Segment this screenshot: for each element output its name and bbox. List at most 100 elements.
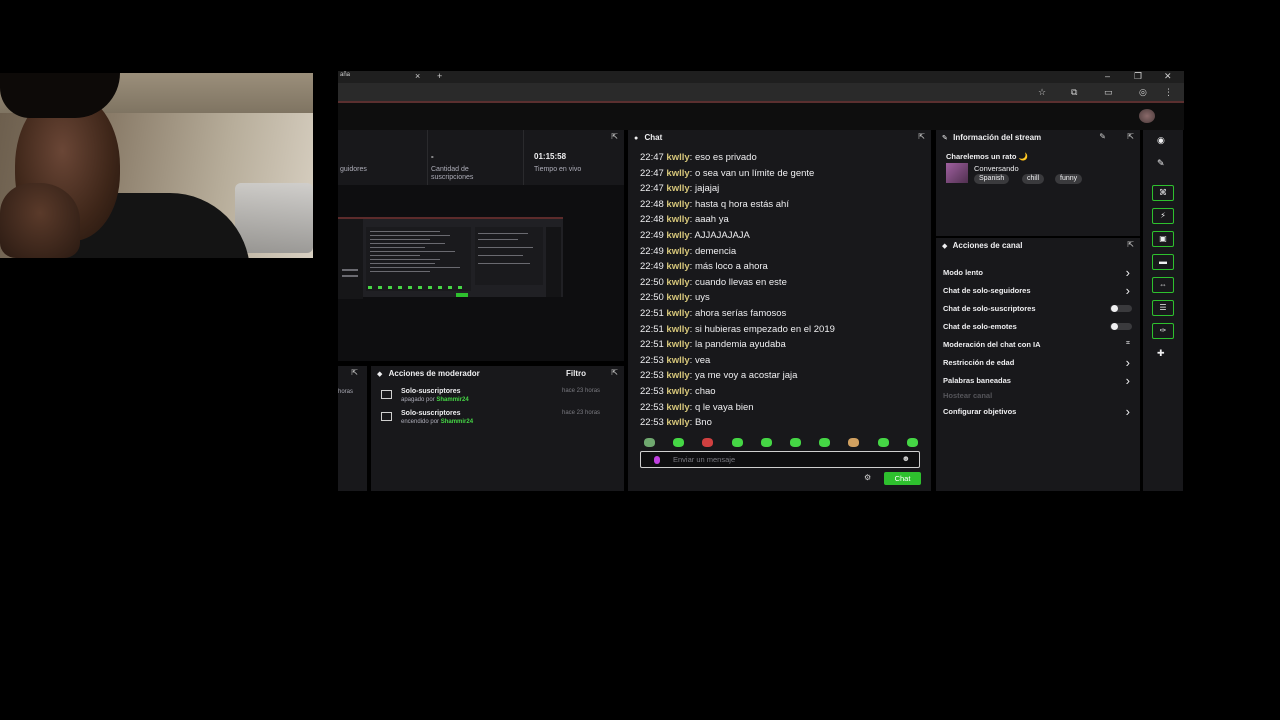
graph-icon[interactable]: ⌗ [1126, 340, 1130, 348]
channel-actions-header: ◆ Acciones de canal [936, 238, 1140, 253]
emote-icon[interactable] [790, 438, 801, 447]
stream-title: Charelemos un rato 🌙 [946, 152, 1028, 161]
tag-chip[interactable]: chill [1022, 174, 1045, 184]
link-icon[interactable]: ⇔ [1152, 277, 1174, 293]
message-text: vea [694, 354, 711, 366]
emote-icon[interactable] [644, 438, 655, 447]
message-username[interactable]: kwlly [666, 355, 689, 366]
chevron-right-icon[interactable]: › [1126, 404, 1130, 419]
chat-message: 22:48 kwlly: aaah ya [640, 214, 729, 225]
emote-icon[interactable] [760, 438, 772, 447]
popout-icon[interactable]: ⇱ [351, 368, 358, 377]
message-username[interactable]: kwlly [666, 199, 689, 210]
mod-action-user[interactable]: Shammir24 [436, 397, 468, 403]
message-username[interactable]: kwlly [666, 370, 689, 381]
tag-chip[interactable]: funny [1055, 174, 1083, 184]
message-username[interactable]: kwlly [666, 230, 689, 241]
message-username[interactable]: kwlly [666, 261, 689, 272]
message-time: 22:53 [640, 354, 664, 366]
chat-header: ● Chat [628, 130, 931, 145]
message-username[interactable]: kwlly [666, 292, 689, 303]
category-name[interactable]: Conversando [974, 164, 1019, 173]
new-tab-icon[interactable]: + [437, 71, 442, 81]
message-username[interactable]: kwlly [666, 168, 689, 179]
list-icon[interactable]: ☰ [1152, 300, 1174, 316]
message-username[interactable]: kwlly [666, 183, 689, 194]
emote-picker-icon[interactable]: ☻ [902, 454, 910, 463]
followers-label: guidores [340, 166, 367, 173]
chevron-right-icon[interactable]: › [1126, 373, 1130, 388]
message-time: 22:47 [640, 167, 664, 179]
star-icon[interactable]: ☆ [1038, 87, 1046, 98]
filter-button[interactable]: Filtro [566, 369, 586, 378]
quick-action-button[interactable]: ▣ [1152, 231, 1174, 247]
eye-icon[interactable]: ◉ [1157, 135, 1165, 146]
stats-panel: ⇱ guidores - Cantidad de suscripciones 0… [338, 130, 624, 185]
maximize-icon[interactable]: ❐ [1134, 71, 1142, 82]
message-username[interactable]: kwlly [666, 324, 689, 335]
chat-message: 22:47 kwlly: jajajaj [640, 183, 719, 194]
toggle-switch[interactable] [1110, 323, 1132, 330]
lightning-icon[interactable]: ⚡ [1152, 208, 1174, 224]
chat-message: 22:49 kwlly: AJJAJAJAJA [640, 230, 750, 241]
mic-icon[interactable] [654, 456, 660, 464]
extension-icon[interactable]: ⧉ [1071, 87, 1077, 98]
chevron-right-icon[interactable]: › [1126, 355, 1130, 370]
toggle-switch[interactable] [1110, 305, 1132, 312]
chat-input[interactable]: Enviar un mensaje ☻ [640, 451, 920, 468]
emote-icon[interactable] [848, 438, 860, 447]
emote-icon[interactable] [819, 438, 831, 447]
message-username[interactable]: kwlly [666, 152, 689, 163]
message-time: 22:51 [640, 339, 664, 351]
mod-actions-title: Acciones de moderador [388, 369, 480, 378]
tab-title[interactable]: aña [340, 72, 350, 78]
message-username[interactable]: kwlly [666, 214, 689, 225]
emote-icon[interactable] [673, 438, 685, 447]
popout-icon[interactable]: ⇱ [1127, 240, 1134, 249]
reading-list-icon[interactable]: ▭ [1104, 87, 1113, 98]
address-bar[interactable]: ☆ ⧉ ▭ ◎ ⋮ [338, 83, 1184, 103]
category-thumbnail[interactable] [946, 163, 968, 183]
mod-action-time: hace 23 horas [562, 410, 601, 416]
profile-icon[interactable]: ◎ [1139, 87, 1147, 98]
message-username[interactable]: kwlly [666, 308, 689, 319]
wrench-icon[interactable]: ✑ [1152, 323, 1174, 339]
message-username[interactable]: kwlly [666, 417, 689, 428]
close-window-icon[interactable]: ✕ [1164, 71, 1172, 82]
mod-action-user[interactable]: Shammir24 [441, 419, 473, 425]
message-time: 22:53 [640, 370, 664, 382]
message-username[interactable]: kwlly [666, 402, 689, 413]
add-action-icon[interactable]: ✚ [1157, 348, 1165, 359]
emote-icon[interactable] [906, 438, 918, 447]
chevron-right-icon[interactable]: › [1126, 265, 1130, 280]
quick-actions-bar: ◉ ✎ ⌘ ⚡ ▣ ▬ ⇔ ☰ ✑ ✚ [1143, 130, 1183, 491]
message-username[interactable]: kwlly [666, 339, 689, 350]
chat-send-button[interactable]: Chat [884, 472, 921, 485]
message-text: eso es privado [694, 152, 757, 163]
minimize-icon[interactable]: – [1105, 71, 1110, 81]
shield-icon: ◆ [942, 243, 948, 250]
avatar[interactable] [1139, 109, 1155, 123]
chat-message: 22:49 kwlly: demencia [640, 246, 736, 257]
chevron-right-icon[interactable]: › [1126, 283, 1130, 298]
channel-actions-title: Acciones de canal [952, 241, 1023, 250]
edit-pencil-icon[interactable]: ✎ [1099, 132, 1106, 141]
message-username[interactable]: kwlly [666, 277, 689, 288]
popout-icon[interactable]: ⇱ [918, 132, 925, 141]
time-fragment: horas [338, 389, 354, 395]
settings-gear-icon[interactable]: ⚙ [864, 473, 871, 482]
emote-icon[interactable] [877, 438, 889, 447]
popout-icon[interactable]: ⇱ [1127, 132, 1134, 141]
message-username[interactable]: kwlly [666, 246, 689, 257]
menu-dots-icon[interactable]: ⋮ [1164, 87, 1173, 98]
tag-chip[interactable]: Spanish [974, 174, 1010, 184]
emote-icon[interactable] [731, 438, 743, 447]
chat-bubble-icon[interactable]: ▬ [1152, 254, 1174, 270]
emote-icon[interactable] [702, 438, 714, 447]
message-username[interactable]: kwlly [666, 386, 689, 397]
popout-icon[interactable]: ⇱ [611, 368, 618, 377]
tab-close-icon[interactable]: × [415, 71, 420, 81]
message-time: 22:47 [640, 152, 664, 163]
quick-action-button[interactable]: ⌘ [1152, 185, 1174, 201]
pencil-icon[interactable]: ✎ [1157, 158, 1165, 169]
